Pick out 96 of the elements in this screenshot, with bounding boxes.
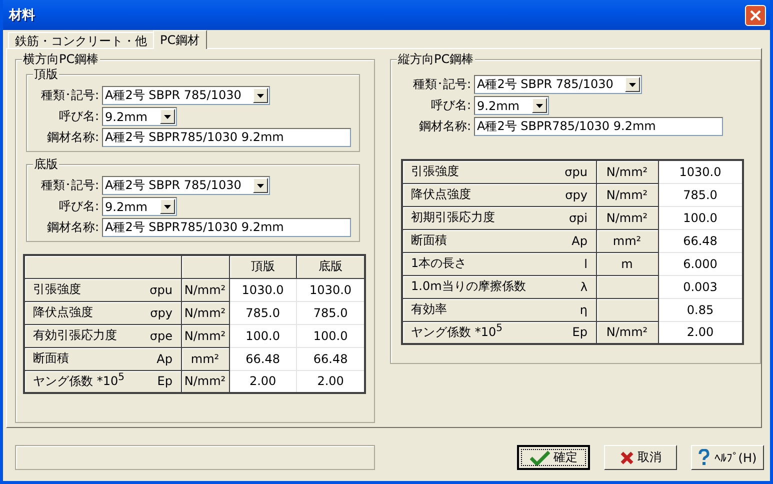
column-header: 底版 xyxy=(296,255,365,278)
dropdown[interactable]: A種2号 SBPR 785/1030 xyxy=(102,86,270,105)
symbol-label: Ap xyxy=(572,234,588,248)
dialog-button[interactable]: 取消 xyxy=(604,445,677,470)
caret-icon xyxy=(257,94,264,98)
symbol-label: σpu xyxy=(564,164,588,179)
table-cell[interactable]: 100.0 xyxy=(658,206,743,229)
table-cell[interactable]: 2.00 xyxy=(658,321,743,344)
group-title: 底版 xyxy=(33,157,59,171)
tab[interactable]: PC鋼材 xyxy=(153,30,207,49)
table-cell[interactable]: 1030.0 xyxy=(296,278,365,301)
table-cell[interactable]: 785.0 xyxy=(296,301,365,324)
field-label: 鋼材名称: xyxy=(46,129,99,146)
field-label: 種類･記号: xyxy=(40,177,99,194)
field-label: 呼び名: xyxy=(430,97,471,114)
caret-icon xyxy=(257,184,264,188)
property-name: 1.0m当りの摩擦係数 xyxy=(411,278,526,295)
table-cell[interactable]: 100.0 xyxy=(229,324,297,347)
table-cell[interactable]: 66.48 xyxy=(658,229,743,252)
caret-icon xyxy=(164,114,171,118)
property-name: 初期引張応力度 xyxy=(411,209,495,226)
property-name: 引張強度 xyxy=(411,163,459,180)
group-title: 横方向PC鋼棒 xyxy=(22,52,100,66)
group-title: 縦方向PC鋼棒 xyxy=(397,52,475,66)
symbol-label: σpy xyxy=(150,306,172,320)
dropdown[interactable]: A種2号 SBPR 785/1030 xyxy=(474,75,642,94)
close-button[interactable] xyxy=(745,4,766,26)
caret-icon xyxy=(536,104,543,108)
unit-cell: N/mm² xyxy=(181,278,229,301)
property-name: 1本の長さ xyxy=(411,255,467,272)
input-field[interactable]: A種2号 SBPR785/1030 9.2mm xyxy=(102,128,351,147)
input-field[interactable]: A種2号 SBPR785/1030 9.2mm xyxy=(102,218,351,237)
table-cell[interactable]: 66.48 xyxy=(296,347,365,370)
table-cell[interactable]: 100.0 xyxy=(296,324,365,347)
table-cell[interactable]: 6.000 xyxy=(658,252,743,275)
field-label: 種類･記号: xyxy=(40,87,99,104)
tab[interactable]: 鉄筋・コンクリート・他 xyxy=(8,32,154,49)
unit-cell: N/mm² xyxy=(181,324,229,347)
table-cell[interactable]: 1030.0 xyxy=(229,278,297,301)
property-name: 降伏点強度 xyxy=(33,304,93,321)
unit-cell: N/mm² xyxy=(181,301,229,324)
symbol-label: Ep xyxy=(572,325,588,340)
field-label: 鋼材名称: xyxy=(418,118,471,135)
caret-icon xyxy=(629,82,636,86)
table-cell[interactable]: 785.0 xyxy=(658,183,743,206)
property-name: 引張強度 xyxy=(33,281,81,298)
check-icon xyxy=(530,450,550,466)
window-title: 材料 xyxy=(9,7,35,24)
table-cell[interactable]: 2.00 xyxy=(296,370,365,393)
field-label: 呼び名: xyxy=(58,198,99,215)
table-cell[interactable]: 0.003 xyxy=(658,275,743,298)
symbol-label: l xyxy=(584,256,588,270)
dropdown[interactable]: A種2号 SBPR 785/1030 xyxy=(102,176,270,195)
symbol-label: σpy xyxy=(565,188,588,202)
dropdown[interactable]: 9.2mm xyxy=(102,197,177,216)
close-icon xyxy=(749,8,762,22)
table-cell[interactable]: 2.00 xyxy=(229,370,297,393)
dialog-button[interactable]: ﾍﾙﾌﾟ(H) xyxy=(691,445,764,470)
unit-cell: m xyxy=(596,252,658,275)
property-name: ヤング係数 *10$^{5}$ xyxy=(411,323,502,342)
unit-cell: N/mm² xyxy=(596,183,658,206)
table-cell[interactable]: 0.85 xyxy=(658,298,743,321)
column-header: 頂版 xyxy=(229,255,297,278)
property-name: 断面積 xyxy=(33,350,69,367)
property-name: 有効率 xyxy=(411,301,447,318)
group-title: 頂版 xyxy=(33,67,59,81)
property-name: 降伏点強度 xyxy=(411,186,471,203)
table-cell[interactable]: 66.48 xyxy=(229,347,297,370)
property-name: 有効引張応力度 xyxy=(33,327,117,344)
unit-cell: N/mm² xyxy=(596,160,658,183)
symbol-label: Ap xyxy=(156,352,172,366)
unit-cell: N/mm² xyxy=(596,321,658,344)
symbol-label: η xyxy=(580,302,588,316)
property-name: 断面積 xyxy=(411,232,447,249)
dropdown[interactable]: 9.2mm xyxy=(102,107,177,126)
help-icon xyxy=(698,449,710,466)
field-label: 鋼材名称: xyxy=(46,219,99,236)
dropdown[interactable]: 9.2mm xyxy=(474,96,549,115)
dialog-button[interactable]: 確定 xyxy=(517,445,590,470)
table-cell[interactable]: 785.0 xyxy=(229,301,297,324)
field-label: 呼び名: xyxy=(58,108,99,125)
symbol-label: σpe xyxy=(150,328,172,342)
input-field[interactable]: A種2号 SBPR785/1030 9.2mm xyxy=(474,117,723,136)
unit-cell: N/mm² xyxy=(596,206,658,229)
unit-cell: mm² xyxy=(596,229,658,252)
caret-icon xyxy=(164,204,171,208)
symbol-label: σpu xyxy=(150,282,172,296)
property-name: ヤング係数 *10$^{5}$ xyxy=(33,372,124,390)
symbol-label: Ep xyxy=(157,374,172,388)
cross-icon xyxy=(620,450,634,464)
table-cell[interactable]: 1030.0 xyxy=(658,160,743,183)
unit-cell: N/mm² xyxy=(181,370,229,393)
symbol-label: λ xyxy=(580,280,588,294)
field-label: 種類･記号: xyxy=(412,76,471,93)
symbol-label: σpi xyxy=(568,210,588,224)
unit-cell: mm² xyxy=(181,347,229,370)
